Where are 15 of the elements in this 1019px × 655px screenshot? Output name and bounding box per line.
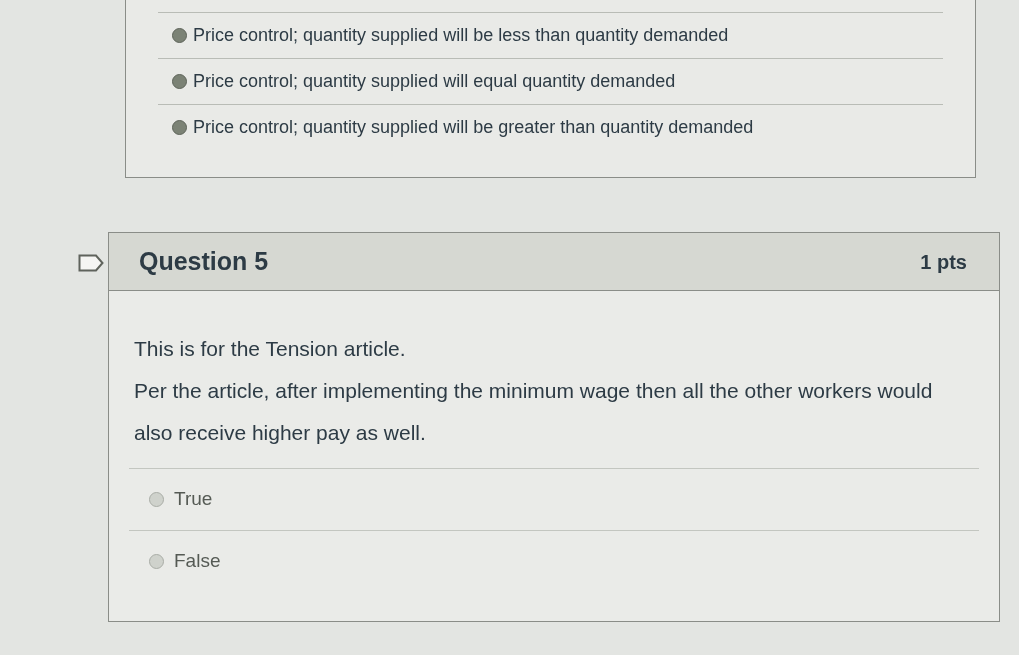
answer-label: Price control; quantity supplied will equal quantity demanded [193,70,676,93]
points-label: 1 pts [920,249,967,275]
radio-button[interactable] [149,492,164,507]
answer-label: False [174,549,221,574]
answer-label: True [174,487,213,512]
flag-icon[interactable] [78,254,104,272]
question-text: This is for the Tension article. [134,336,407,362]
radio-button[interactable] [172,120,187,135]
question-text: Per the article, after implementing the minimum wage then all the other workers would also receive higher pay as well. [134,378,934,446]
radio-button[interactable] [172,28,187,43]
question-title: Question 5 [139,245,269,277]
radio-button[interactable] [149,554,164,569]
answer-label: Price control; quantity supplied will be less than quantity demanded [193,24,729,47]
radio-button[interactable] [172,74,187,89]
answer-label: Price control; quantity supplied will be greater than quantity demanded [193,116,754,139]
